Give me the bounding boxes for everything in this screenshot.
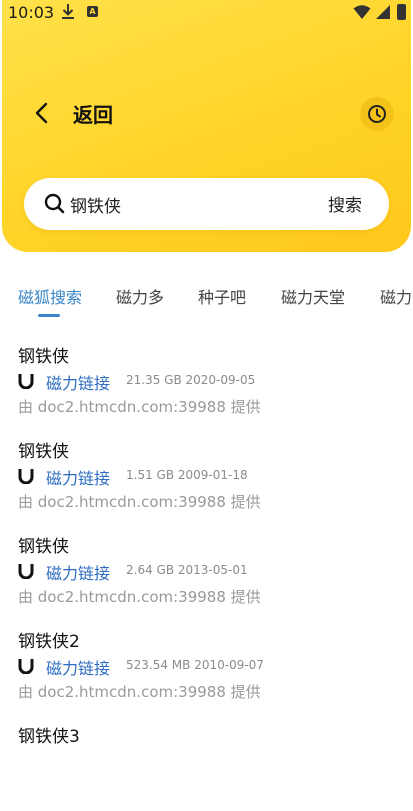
status-time: 10:03 [8, 3, 55, 22]
tab-ciliduo[interactable]: 磁力多 [116, 284, 164, 308]
tab-zhongziba[interactable]: 种子吧 [198, 284, 246, 308]
search-icon [44, 193, 65, 214]
result-title: 钢铁侠 [18, 442, 69, 462]
tab-cihu[interactable]: 磁狐搜索 [18, 284, 82, 308]
result-source: 由 doc2.htmcdn.com:39988 提供 [18, 493, 261, 511]
search-button[interactable]: 搜索 [328, 191, 362, 216]
result-title: 钢铁侠 [18, 347, 69, 367]
result-source: 由 doc2.htmcdn.com:39988 提供 [18, 398, 261, 416]
active-tab-indicator [38, 314, 60, 317]
list-item[interactable]: 钢铁侠3 [18, 716, 413, 811]
source-tabs: 磁狐搜索 磁力多 种子吧 磁力天堂 磁力 [0, 280, 413, 320]
status-bar: 10:03 A [0, 0, 413, 26]
notification-a-icon: A [87, 6, 98, 17]
list-item[interactable]: 钢铁侠 磁力链接 1.51 GB 2009-01-18 由 doc2.htmcd… [18, 431, 413, 526]
list-item[interactable]: 钢铁侠 磁力链接 2.64 GB 2013-05-01 由 doc2.htmcd… [18, 526, 413, 621]
search-bar: 搜索 [24, 178, 389, 230]
list-item[interactable]: 钢铁侠 磁力链接 21.35 GB 2020-09-05 由 doc2.htmc… [18, 336, 413, 431]
result-title: 钢铁侠3 [18, 727, 80, 747]
magnet-icon [18, 564, 34, 579]
back-label: 返回 [73, 103, 113, 127]
list-item[interactable]: 钢铁侠2 磁力链接 523.54 MB 2010-09-07 由 doc2.ht… [18, 621, 413, 716]
history-button[interactable] [360, 97, 394, 131]
magnet-icon [18, 469, 34, 484]
search-input[interactable] [70, 191, 310, 217]
signal-icon [376, 5, 390, 19]
magnet-icon [18, 659, 34, 674]
result-title: 钢铁侠 [18, 537, 69, 557]
magnet-link[interactable]: 磁力链接 [46, 465, 110, 489]
result-meta: 21.35 GB 2020-09-05 [126, 373, 256, 387]
magnet-link[interactable]: 磁力链接 [46, 655, 110, 679]
result-meta: 523.54 MB 2010-09-07 [126, 658, 264, 672]
battery-icon [397, 4, 406, 20]
back-button[interactable]: 返回 [28, 96, 128, 130]
clock-icon [368, 105, 386, 123]
result-meta: 1.51 GB 2009-01-18 [126, 468, 248, 482]
magnet-icon [18, 374, 34, 389]
tab-cili[interactable]: 磁力 [380, 284, 412, 308]
result-title: 钢铁侠2 [18, 632, 80, 652]
wifi-icon [353, 5, 371, 19]
chevron-left-icon [35, 102, 48, 124]
magnet-link[interactable]: 磁力链接 [46, 560, 110, 584]
download-icon [62, 4, 74, 19]
magnet-link[interactable]: 磁力链接 [46, 370, 110, 394]
result-source: 由 doc2.htmcdn.com:39988 提供 [18, 683, 261, 701]
result-meta: 2.64 GB 2013-05-01 [126, 563, 248, 577]
tab-cilitiantang[interactable]: 磁力天堂 [281, 284, 345, 308]
result-source: 由 doc2.htmcdn.com:39988 提供 [18, 588, 261, 606]
